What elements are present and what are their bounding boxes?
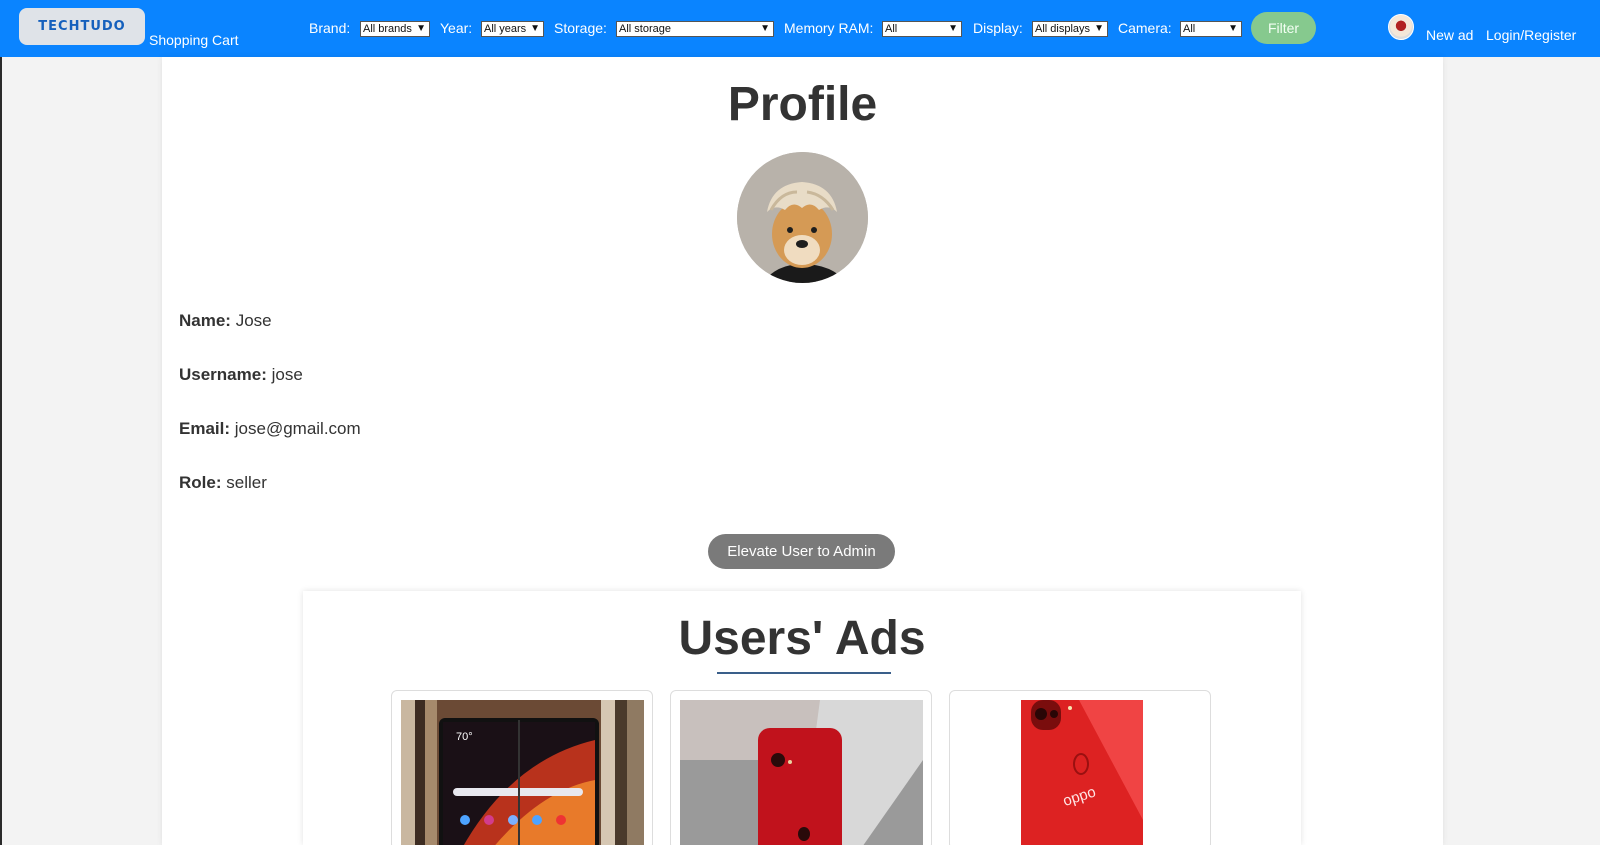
ram-filter-label: Memory RAM: <box>784 20 874 36</box>
email-label: Email: <box>179 419 231 438</box>
email-value: jose@gmail.com <box>234 419 361 438</box>
camera-filter-label: Camera: <box>1118 20 1172 36</box>
ads-section-title: Users' Ads <box>678 612 926 665</box>
year-filter-label: Year: <box>440 20 473 36</box>
username-label: Username: <box>179 365 267 384</box>
display-filter-label: Display: <box>973 20 1023 36</box>
window-edge <box>0 0 2 845</box>
role-row: Role: seller <box>179 473 267 493</box>
profile-avatar <box>737 152 868 283</box>
logo-text: TECHTUDO <box>38 19 126 34</box>
ad-card[interactable]: 70° <box>391 690 653 845</box>
display-select[interactable]: All displays ▼ <box>1032 21 1108 37</box>
ad-card[interactable]: oppo <box>949 690 1211 845</box>
storage-filter-label: Storage: <box>554 20 607 36</box>
name-value: Jose <box>235 311 272 330</box>
chevron-down-icon: ▼ <box>416 23 426 34</box>
username-row: Username: jose <box>179 365 303 385</box>
role-value: seller <box>226 473 267 492</box>
filter-button[interactable]: Filter <box>1251 12 1316 44</box>
brand-select-value: All brands <box>363 23 412 35</box>
chevron-down-icon: ▼ <box>530 23 540 34</box>
year-select[interactable]: All years ▼ <box>481 21 544 37</box>
email-row: Email: jose@gmail.com <box>179 419 361 439</box>
profile-card: Profile Name: Jose Username: jose Email:… <box>162 57 1443 845</box>
red-iphone-image <box>680 700 923 845</box>
logo-button[interactable]: TECHTUDO <box>19 8 145 45</box>
storage-select-value: All storage <box>619 23 671 35</box>
storage-select[interactable]: All storage ▼ <box>616 21 774 37</box>
users-ads-section: Users' Ads 70° oppo <box>303 591 1301 845</box>
username-value: jose <box>271 365 303 384</box>
top-navbar: TECHTUDO Shopping Cart Brand: All brands… <box>0 0 1600 57</box>
brand-select[interactable]: All brands ▼ <box>360 21 430 37</box>
chevron-down-icon: ▼ <box>760 23 770 34</box>
chevron-down-icon: ▼ <box>1228 23 1238 34</box>
login-register-link[interactable]: Login/Register <box>1486 27 1576 43</box>
shopping-cart-link[interactable]: Shopping Cart <box>149 32 239 48</box>
ram-select[interactable]: All ▼ <box>882 21 962 37</box>
user-avatar[interactable] <box>1388 14 1414 40</box>
page-title: Profile <box>727 78 878 131</box>
title-underline <box>717 672 891 674</box>
name-label: Name: <box>179 311 231 330</box>
new-ad-link[interactable]: New ad <box>1426 27 1473 43</box>
elevate-to-admin-button[interactable]: Elevate User to Admin <box>708 534 895 569</box>
svg-text:70°: 70° <box>456 731 473 743</box>
camera-select[interactable]: All ▼ <box>1180 21 1242 37</box>
role-label: Role: <box>179 473 222 492</box>
year-select-value: All years <box>484 23 527 35</box>
display-select-value: All displays <box>1035 23 1091 35</box>
dog-avatar-image <box>737 152 868 283</box>
chevron-down-icon: ▼ <box>948 23 958 34</box>
camera-select-value: All <box>1183 23 1196 35</box>
brand-filter-label: Brand: <box>309 20 351 36</box>
foldable-phone-image: 70° <box>401 700 644 845</box>
red-oppo-phone-image: oppo <box>959 700 1202 845</box>
ad-card[interactable] <box>670 690 932 845</box>
ram-select-value: All <box>885 23 898 35</box>
name-row: Name: Jose <box>179 311 272 331</box>
chevron-down-icon: ▼ <box>1094 23 1104 34</box>
